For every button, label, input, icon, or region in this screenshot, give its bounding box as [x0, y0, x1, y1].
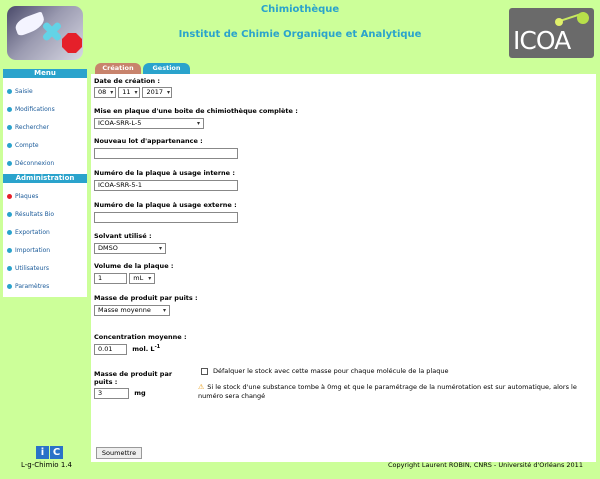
bullet-icon [7, 283, 12, 289]
mass-select[interactable]: Masse moyenne ▾ [94, 305, 170, 316]
month-select[interactable]: 11 ▾ [118, 87, 141, 98]
version-label: L-g-Chimio 1.4 [21, 461, 72, 469]
lot-label: Nouveau lot d'appartenance : [94, 137, 203, 145]
stock-checkbox-row: Défalquer le stock avec cette masse pour… [201, 367, 448, 375]
external-number-label: Numéro de la plaque à usage externe : [94, 201, 237, 209]
concentration-label: Concentration moyenne : [94, 333, 187, 341]
chevron-down-icon: ▾ [110, 89, 114, 96]
bullet-icon [7, 265, 12, 271]
sidebar-item-deconnexion[interactable]: Déconnexion [3, 154, 87, 172]
bullet-icon [7, 247, 12, 253]
tab-creation[interactable]: Création [95, 63, 141, 74]
chevron-down-icon: ▾ [158, 245, 162, 252]
external-number-input[interactable] [94, 212, 238, 223]
plate-label: Mise en plaque d'une boite de chimiothèq… [94, 107, 298, 115]
internal-number-input[interactable]: ICOA-SRR-5-1 [94, 180, 238, 191]
sidebar-item-compte[interactable]: Compte [3, 136, 87, 154]
chevron-down-icon: ▾ [167, 89, 171, 96]
sidebar-item-importation[interactable]: Importation [3, 241, 87, 259]
concentration-input[interactable]: 0.01 [94, 344, 127, 355]
chevron-down-icon: ▾ [162, 307, 166, 314]
bullet-icon [7, 88, 12, 94]
volume-input[interactable]: 1 [94, 273, 127, 284]
sidebar-item-utilisateurs[interactable]: Utilisateurs [3, 259, 87, 277]
form-panel: Date de création : 08 ▾ 11 ▾ 2017 ▾ Mise en… [91, 74, 596, 462]
chevron-down-icon: ▾ [196, 120, 200, 127]
sidebar-item-rechercher[interactable]: Rechercher [3, 118, 87, 136]
year-select[interactable]: 2017 ▾ [142, 87, 173, 98]
sidebar-item-modifications[interactable]: Modifications [3, 100, 87, 118]
menu-heading: Menu [3, 69, 87, 78]
sidebar-item-parametres[interactable]: Paramètres [3, 277, 87, 295]
plate-group: Mise en plaque d'une boite de chimiothèq… [94, 107, 298, 129]
internal-group: Numéro de la plaque à usage interne : IC… [94, 169, 238, 191]
external-group: Numéro de la plaque à usage externe : [94, 201, 238, 225]
icoa-logo: ICOA [509, 8, 594, 58]
bullet-icon [7, 211, 12, 217]
mass-label: Masse de produit par puits : [94, 294, 198, 302]
stock-checkbox[interactable] [201, 367, 208, 375]
concentration-unit: mol. L-1 [132, 343, 161, 353]
stock-checkbox-label: Défalquer le stock avec cette masse pour… [213, 367, 449, 375]
mass-group: Masse de produit par puits : Masse moyen… [94, 294, 198, 316]
chevron-down-icon: ▾ [148, 275, 152, 282]
volume-group: Volume de la plaque : 1 mL ▾ [94, 262, 173, 284]
bullet-icon [7, 106, 12, 112]
date-group: Date de création : 08 ▾ 11 ▾ 2017 ▾ [94, 77, 173, 98]
lg-chimio-logo: iC [36, 446, 63, 459]
concentration-group: Concentration moyenne : 0.01 mol. L-1 [94, 333, 187, 355]
mass-per-well-group: Masse de produit par puits : 3 mg [94, 370, 184, 399]
solvent-select[interactable]: DMSO ▾ [94, 243, 166, 254]
mass-per-well-label: Masse de produit par puits : [94, 370, 173, 386]
mass-per-well-unit: mg [134, 389, 146, 397]
volume-unit-select[interactable]: mL ▾ [129, 273, 156, 284]
sidebar-item-plaques[interactable]: Plaques [3, 187, 87, 205]
mass-per-well-input[interactable]: 3 [94, 388, 129, 399]
admin-heading: Administration [3, 174, 87, 183]
chevron-down-icon: ▾ [134, 89, 138, 96]
sidebar-item-resultats-bio[interactable]: Résultats Bio [3, 205, 87, 223]
admin-list: Plaques Résultats Bio Exportation Import… [3, 183, 87, 297]
submit-button[interactable]: Soumettre [96, 447, 142, 459]
menu-list: Saisie Modifications Rechercher Compte D… [3, 78, 87, 174]
bullet-icon [7, 160, 12, 166]
tab-gestion[interactable]: Gestion [143, 63, 190, 74]
solvent-group: Solvant utilisé : DMSO ▾ [94, 232, 166, 254]
bullet-icon [7, 229, 12, 235]
sidebar-item-saisie[interactable]: Saisie [3, 82, 87, 100]
solvent-label: Solvant utilisé : [94, 232, 152, 240]
day-select[interactable]: 08 ▾ [94, 87, 116, 98]
active-bullet-icon [7, 193, 12, 199]
plate-select[interactable]: ICOA-SRR-L-5 ▾ [94, 118, 204, 129]
bullet-icon [7, 124, 12, 130]
warning-icon: ⚠ [198, 383, 205, 391]
lot-input[interactable] [94, 148, 238, 159]
volume-label: Volume de la plaque : [94, 262, 174, 270]
copyright: Copyright Laurent ROBIN, CNRS - Universi… [388, 461, 583, 469]
sidebar: Menu Saisie Modifications Rechercher Com… [3, 69, 87, 297]
date-label: Date de création : [94, 77, 161, 85]
sidebar-item-exportation[interactable]: Exportation [3, 223, 87, 241]
lot-group: Nouveau lot d'appartenance : [94, 137, 238, 161]
warning-note: ⚠ Si le stock d'une substance tombe à 0mg… [198, 383, 577, 400]
internal-number-label: Numéro de la plaque à usage interne : [94, 169, 235, 177]
bullet-icon [7, 142, 12, 148]
